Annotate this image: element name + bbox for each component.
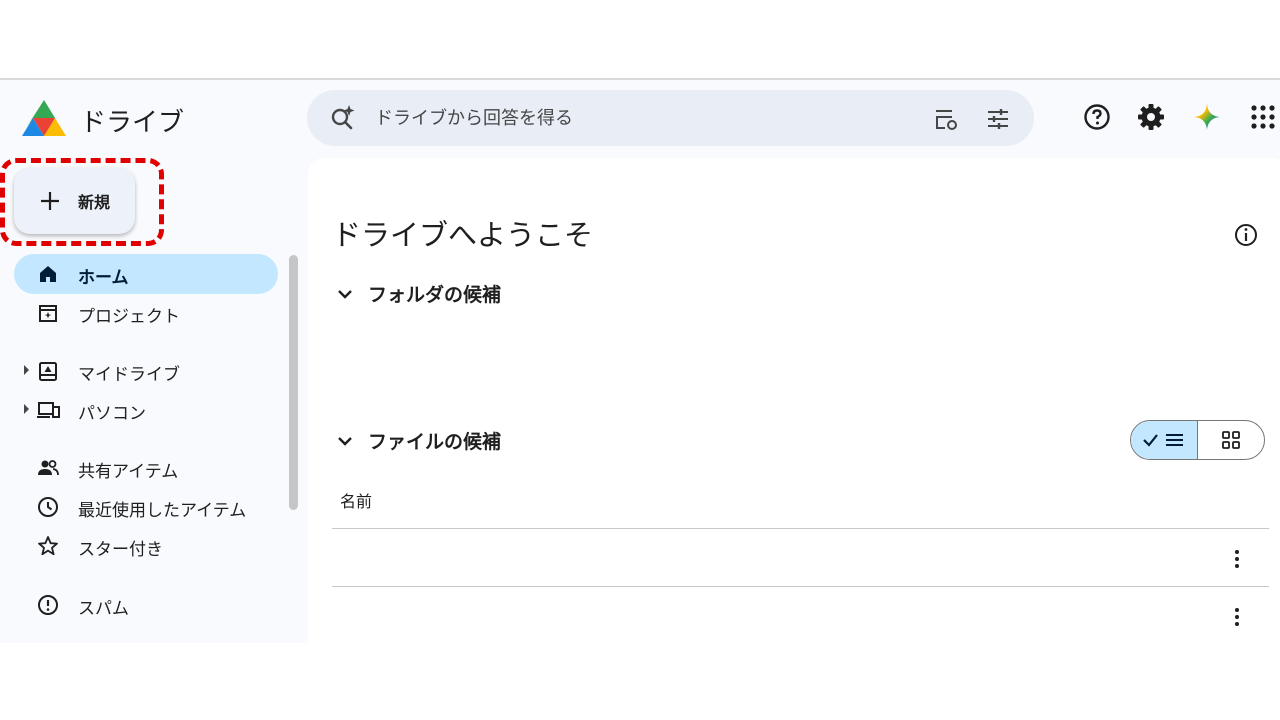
gemini-icon[interactable] [1192,102,1222,132]
star-icon [38,536,58,556]
app-title[interactable]: ドライブ [80,102,184,139]
drive-window: ドライブ ドライブから回答を得る 新規 ホーム プロジェクト マイドライブ パソ… [0,78,1280,643]
search-settings-icon[interactable] [933,106,959,132]
sidebar-item-starred[interactable]: スター付き [14,526,278,566]
sidebar-item-shared[interactable]: 共有アイテム [14,448,278,488]
clock-icon [38,497,58,517]
grid-icon [1221,431,1240,449]
my-drive-icon [39,362,57,381]
chevron-down-icon [338,289,352,299]
sidebar-item-recent[interactable]: 最近使用したアイテム [14,487,278,527]
table-row[interactable] [332,586,1269,643]
table-row[interactable] [332,528,1269,586]
ai-search-icon [331,105,355,130]
folder-suggestions-header[interactable]: フォルダの候補 [334,280,501,307]
main-content: ドライブへようこそ フォルダの候補 ファイルの候補 名前 [308,158,1280,643]
grid-view-button[interactable] [1198,421,1265,459]
expand-caret-icon[interactable] [24,404,29,414]
drive-logo-icon[interactable] [22,98,66,138]
search-bar[interactable] [307,90,1034,146]
page-title: ドライブへようこそ [332,218,594,252]
shared-icon [38,460,59,476]
name-column-header[interactable]: 名前 [340,488,372,512]
info-icon[interactable] [1233,222,1259,248]
sidebar-item-computers[interactable]: パソコン [14,390,278,430]
file-suggestions-header[interactable]: ファイルの候補 [334,427,501,454]
new-button-label: 新規 [78,193,111,212]
home-icon [40,266,56,282]
sidebar-item-home[interactable]: ホーム [14,254,278,294]
chevron-down-icon [338,436,352,446]
sidebar-item-label: ホーム [78,268,129,288]
list-view-button[interactable] [1131,421,1198,459]
sidebar-item-label: 共有アイテム [78,462,179,482]
sidebar-item-projects[interactable]: プロジェクト [14,293,278,333]
search-input[interactable] [375,104,895,132]
sidebar-item-my-drive[interactable]: マイドライブ [14,351,278,391]
apps-grid-icon[interactable] [1248,102,1278,132]
plus-icon [41,192,59,210]
sidebar-item-label: マイドライブ [78,365,180,385]
section-title: ファイルの候補 [368,431,502,453]
sidebar-item-spam[interactable]: スパム [14,585,278,625]
more-options-icon[interactable] [1225,547,1249,571]
filter-icon[interactable] [985,106,1011,132]
section-title: フォルダの候補 [368,284,502,306]
help-icon[interactable] [1082,102,1112,132]
more-options-icon[interactable] [1225,605,1249,629]
sidebar-item-label: プロジェクト [78,307,180,327]
new-button[interactable]: 新規 [14,168,135,234]
spam-icon [38,595,58,615]
expand-caret-icon[interactable] [24,365,29,375]
computers-icon [37,402,60,418]
project-icon [39,305,57,322]
sidebar-item-label: スター付き [78,540,163,560]
sidebar-scrollbar[interactable] [289,255,298,510]
settings-gear-icon[interactable] [1136,102,1166,132]
view-toggle [1130,420,1265,460]
sidebar-item-label: 最近使用したアイテム [78,501,247,521]
sidebar-item-label: スパム [78,599,129,619]
check-list-icon [1142,434,1183,447]
sidebar-item-label: パソコン [78,404,146,424]
